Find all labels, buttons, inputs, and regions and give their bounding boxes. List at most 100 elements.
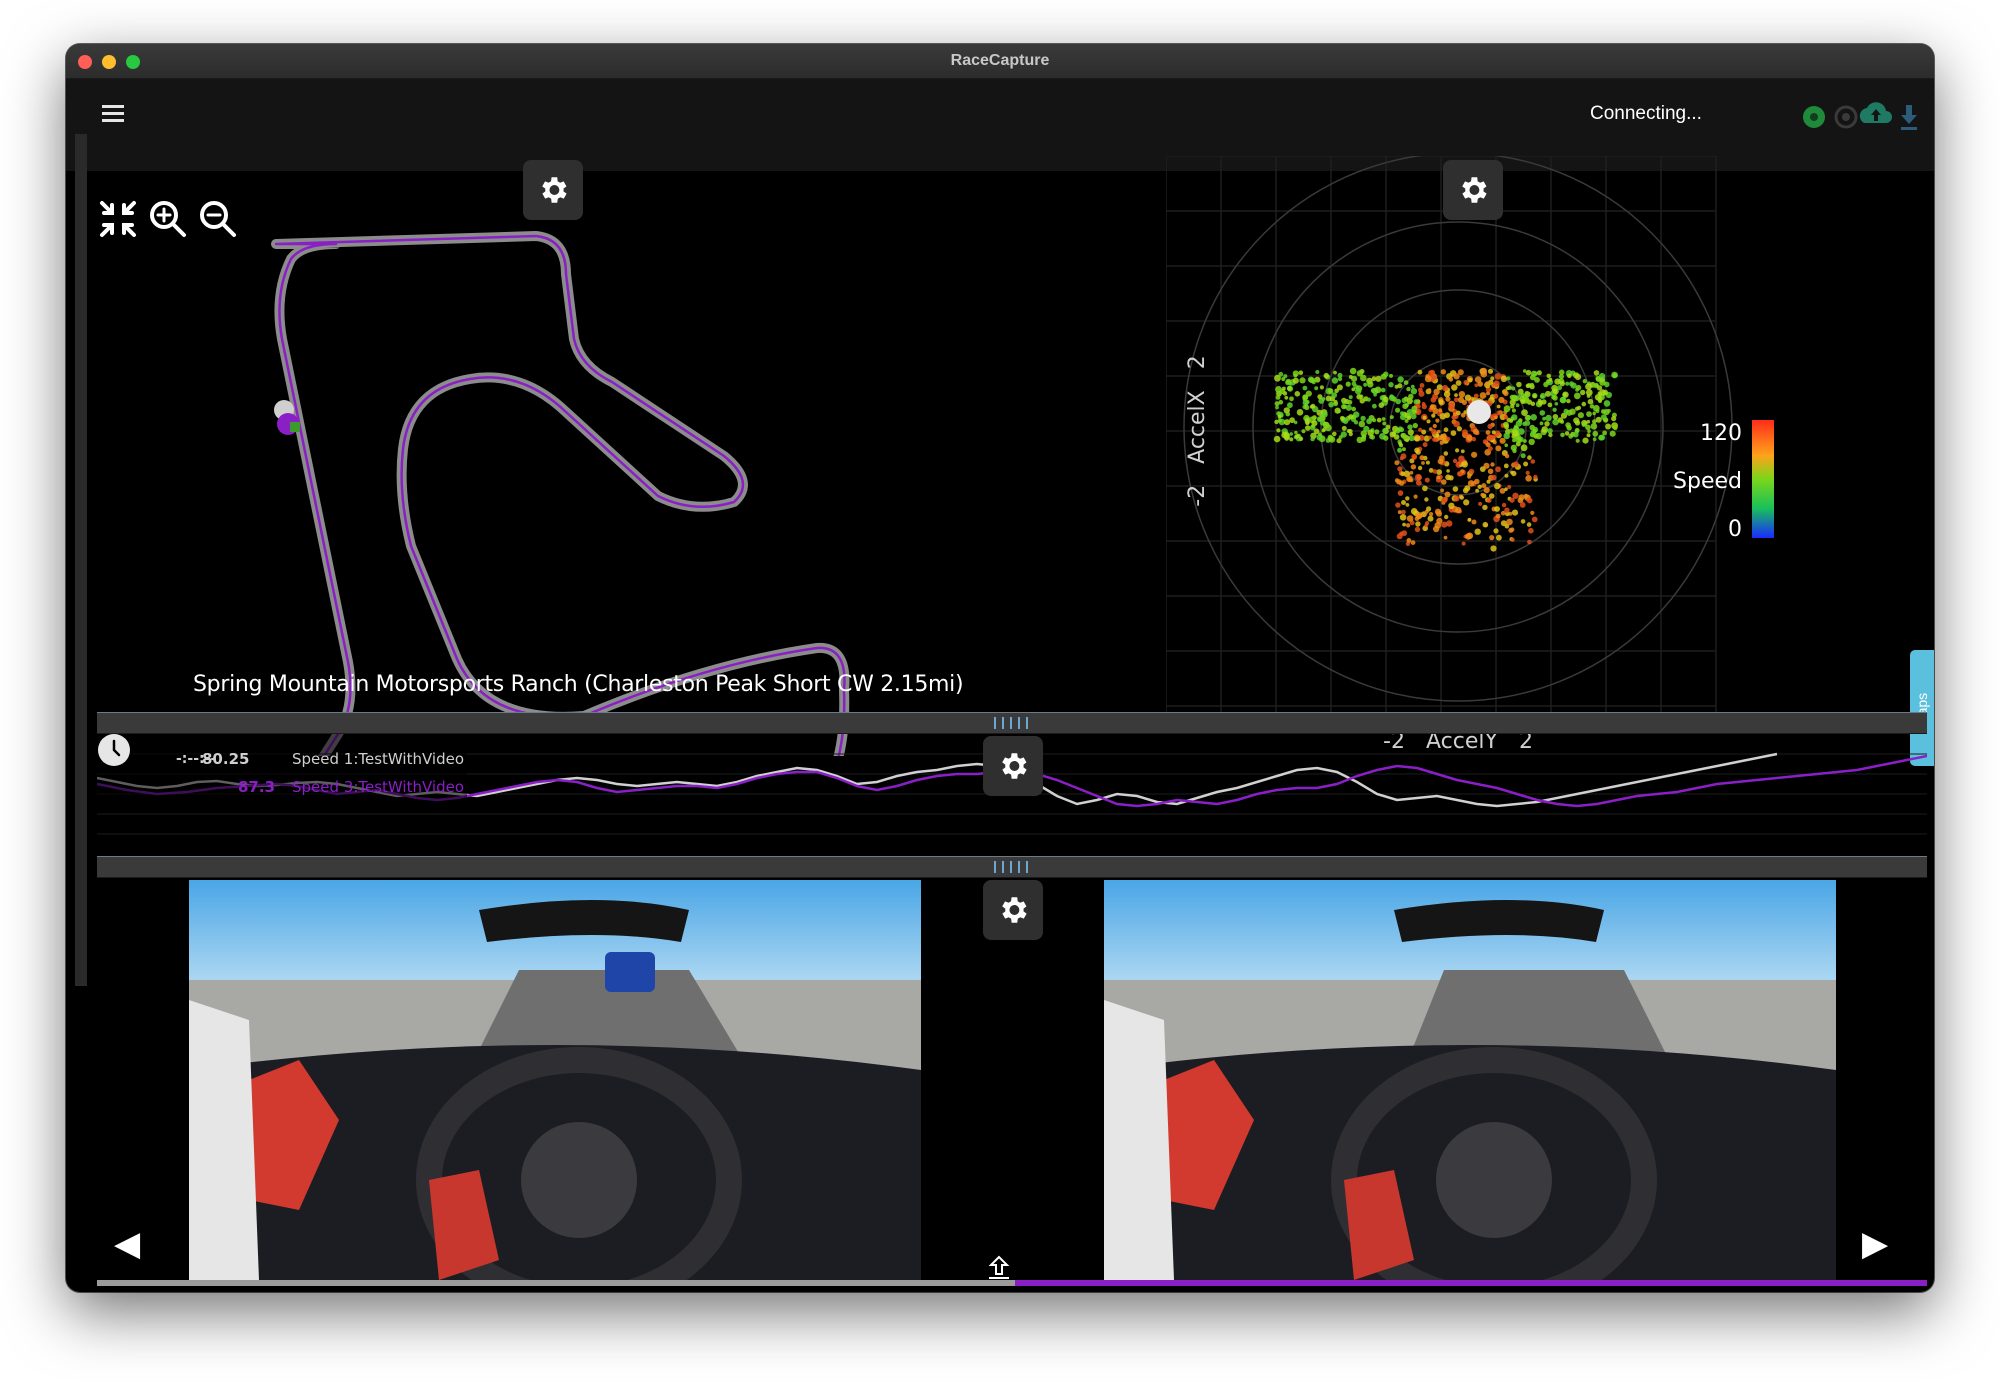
gg-point <box>1530 459 1536 464</box>
gg-point <box>1348 395 1353 400</box>
speed-chart-settings-button[interactable] <box>983 736 1043 796</box>
previous-video-button[interactable]: ◀ <box>114 1224 140 1264</box>
gg-point <box>1455 448 1460 453</box>
gg-point <box>1348 375 1353 379</box>
gg-point <box>1541 426 1548 433</box>
gg-point <box>1525 369 1532 376</box>
app-window: RaceCapture Connecting... Spring Mountai… <box>66 44 1934 1292</box>
gear-icon <box>1002 753 1027 779</box>
gg-point <box>1415 521 1421 527</box>
gg-point <box>1507 485 1512 489</box>
gg-point <box>1581 401 1587 407</box>
gg-point <box>1552 407 1557 412</box>
gg-point <box>1457 471 1463 477</box>
gg-point <box>1587 429 1591 434</box>
gg-point <box>1328 436 1336 443</box>
gg-point <box>1321 397 1326 401</box>
track-map-settings-button[interactable] <box>523 160 583 220</box>
gg-point <box>1414 435 1421 442</box>
gg-point <box>1520 453 1526 459</box>
hamburger-menu-icon[interactable] <box>102 103 128 127</box>
gg-point <box>1495 445 1502 452</box>
gg-point <box>1602 389 1609 396</box>
gg-point <box>1310 436 1315 442</box>
gg-point <box>1592 430 1599 437</box>
gg-point <box>1504 443 1508 448</box>
gg-point <box>1348 414 1354 420</box>
gg-point <box>1590 423 1598 430</box>
video-settings-button[interactable] <box>983 880 1043 940</box>
gg-point <box>1389 415 1394 420</box>
gg-point <box>1530 401 1536 406</box>
gg-point <box>1474 376 1482 383</box>
gg-point <box>1413 494 1418 499</box>
gg-point <box>1429 369 1435 375</box>
gg-point <box>1493 380 1500 388</box>
gg-point <box>1526 522 1532 527</box>
gg-plot[interactable]: -2 AccelX 2 -2 AccelY 2 120 Speed 0 <box>1166 156 1806 756</box>
gg-point <box>1482 504 1488 511</box>
next-video-button[interactable]: ▶ <box>1862 1224 1888 1264</box>
gg-point <box>1426 419 1431 424</box>
gg-point <box>1586 433 1591 438</box>
gg-point <box>1474 478 1480 485</box>
video-player-1[interactable] <box>189 880 921 1280</box>
gg-point <box>1487 368 1494 374</box>
gg-point <box>1413 399 1419 405</box>
gg-point <box>1405 503 1410 507</box>
gg-point <box>1398 441 1403 446</box>
collapse-icon[interactable] <box>100 201 136 237</box>
gg-point <box>1400 453 1407 460</box>
gg-point <box>1450 430 1457 436</box>
gg-point <box>1431 429 1437 435</box>
gg-point <box>1442 433 1447 437</box>
gg-point <box>1397 447 1403 453</box>
gg-point <box>1302 385 1308 391</box>
gg-plot-settings-button[interactable] <box>1443 160 1503 220</box>
gg-point <box>1424 497 1429 502</box>
gg-point <box>1432 423 1437 429</box>
zoom-in-icon[interactable] <box>150 201 186 237</box>
panel-resize-handle-top[interactable] <box>97 712 1927 734</box>
gg-point <box>1595 375 1601 381</box>
gg-point <box>1408 393 1414 400</box>
gg-point <box>1351 406 1356 412</box>
gg-point <box>1283 431 1290 438</box>
gg-point <box>1487 446 1493 452</box>
gg-point <box>1485 430 1491 435</box>
gg-point <box>1504 487 1508 492</box>
gg-point <box>1485 381 1490 386</box>
gg-point <box>1461 541 1466 546</box>
colorbar-min: 0 <box>1728 517 1742 542</box>
video-scrub-bar[interactable] <box>97 1280 1927 1286</box>
gg-point <box>1576 405 1582 410</box>
gg-point <box>1598 434 1604 441</box>
gg-point <box>1512 448 1517 454</box>
gg-point <box>1611 416 1617 422</box>
panel-resize-handle-bottom[interactable] <box>97 856 1927 878</box>
gg-point <box>1581 422 1587 427</box>
video-player-2[interactable] <box>1104 880 1836 1280</box>
gg-point <box>1455 507 1462 514</box>
grip-icon <box>994 861 1028 873</box>
zoom-out-icon[interactable] <box>200 201 236 237</box>
cloud-upload-icon[interactable] <box>1859 102 1892 123</box>
gg-point <box>1536 370 1542 376</box>
upload-icon[interactable] <box>986 1254 1012 1280</box>
gg-point <box>1373 392 1377 397</box>
gps-status-icon <box>1803 106 1825 128</box>
gg-point <box>1446 436 1451 442</box>
download-icon[interactable] <box>1901 105 1917 130</box>
clock-icon[interactable] <box>98 734 130 766</box>
gg-point <box>1407 429 1414 436</box>
gg-point <box>1292 377 1299 384</box>
gg-point <box>1471 451 1478 458</box>
track-map[interactable] <box>66 144 966 756</box>
gg-point <box>1545 390 1551 397</box>
gg-point <box>1421 404 1427 410</box>
gg-point <box>1411 405 1418 412</box>
gg-point <box>1525 383 1530 388</box>
telemetry-status-icon <box>1834 105 1858 129</box>
gg-point <box>1499 437 1506 444</box>
gg-point <box>1427 388 1432 392</box>
